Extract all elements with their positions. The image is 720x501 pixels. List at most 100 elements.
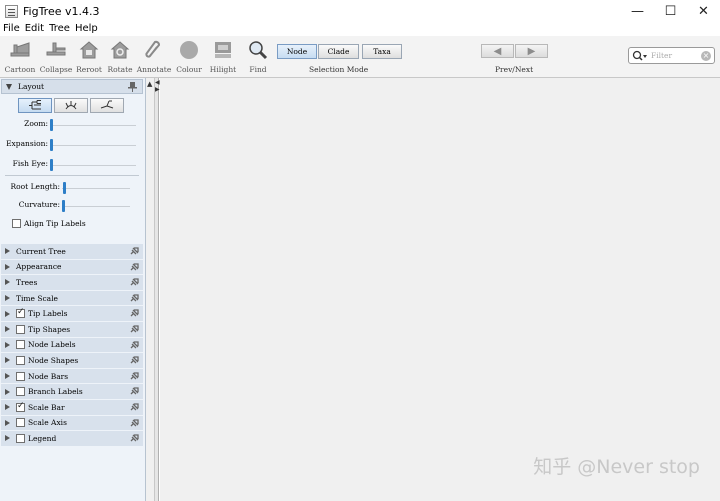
menu-help[interactable]: Help [75, 23, 98, 34]
section-trees[interactable]: Trees [1, 275, 143, 291]
pin-icon[interactable] [129, 325, 139, 334]
selection-node-button[interactable]: Node [277, 44, 317, 59]
divider-expand-right-icon[interactable]: ▶ [155, 86, 160, 93]
node-shapes-checkbox[interactable] [16, 355, 25, 365]
pin-icon[interactable] [129, 340, 139, 350]
minimize-button[interactable]: — [621, 0, 654, 22]
section-label: Appearance [16, 262, 62, 272]
rectangular-layout-button[interactable] [18, 98, 52, 113]
pin-icon[interactable] [129, 294, 139, 303]
panel-scrollbar[interactable]: ▲ [146, 78, 155, 501]
section-tip-labels[interactable]: Tip Labels [1, 306, 143, 322]
pin-icon[interactable] [129, 356, 139, 365]
selection-clade-button[interactable]: Clade [318, 44, 359, 59]
polar-layout-button[interactable] [54, 98, 88, 113]
tree-canvas[interactable]: 知乎 @Never stop [160, 78, 720, 501]
reroot-icon [79, 41, 99, 59]
layout-section-header[interactable]: Layout [1, 79, 143, 94]
pin-icon[interactable] [129, 278, 139, 287]
pin-icon[interactable] [129, 372, 139, 381]
align-tip-labels-label: Align Tip Labels [24, 219, 86, 228]
curvature-slider[interactable] [62, 200, 65, 212]
annotate-button[interactable]: Annotate [134, 36, 174, 78]
find-icon [249, 41, 268, 60]
pin-icon[interactable] [129, 262, 139, 272]
pin-icon[interactable] [128, 82, 137, 92]
curvature-slider-row: Curvature: [0, 199, 146, 213]
collapse-triangle-icon [6, 83, 12, 90]
section-node-bars[interactable]: Node Bars [1, 368, 143, 385]
split-pane-divider[interactable]: ◀ ▶ [155, 78, 160, 501]
pin-icon[interactable] [129, 434, 139, 443]
hilight-button[interactable]: Hilight [203, 36, 243, 78]
section-scale-axis[interactable]: Scale Axis [1, 415, 143, 432]
cartoon-button[interactable]: Cartoon [0, 36, 40, 78]
section-legend[interactable]: Legend [1, 431, 143, 447]
expansion-track[interactable] [50, 145, 136, 146]
section-label: Scale Axis [28, 418, 67, 428]
section-node-shapes[interactable]: Node Shapes [1, 353, 143, 369]
section-label: Current Tree [16, 246, 66, 256]
pin-icon[interactable] [129, 418, 139, 428]
section-tip-shapes[interactable]: Tip Shapes [1, 321, 143, 338]
annotate-icon [145, 40, 160, 58]
align-tip-labels-box[interactable] [12, 219, 21, 228]
menu-file[interactable]: File [3, 23, 20, 34]
clear-filter-icon[interactable]: × [701, 51, 711, 61]
selection-taxa-button[interactable]: Taxa [362, 44, 402, 59]
branch-labels-checkbox[interactable] [16, 387, 25, 397]
divider-collapse-left-icon[interactable]: ◀ [155, 79, 160, 86]
menu-edit[interactable]: Edit [25, 23, 44, 34]
scale-axis-checkbox[interactable] [16, 418, 25, 428]
section-label: Node Labels [28, 340, 76, 350]
next-button[interactable]: ▶ [515, 44, 548, 58]
section-label: Scale Bar [28, 402, 65, 412]
curvature-track[interactable] [62, 206, 130, 207]
pin-icon[interactable] [129, 403, 139, 412]
zoom-slider[interactable] [50, 119, 53, 131]
section-label: Tip Labels [28, 309, 68, 319]
pin-icon[interactable] [129, 247, 139, 256]
align-tip-labels-checkbox[interactable]: Align Tip Labels [12, 219, 86, 228]
watermark-text: 知乎 @Never stop [533, 456, 700, 478]
pin-icon[interactable] [129, 387, 139, 396]
expand-triangle-icon [5, 295, 10, 302]
cartoon-icon [10, 42, 30, 57]
radial-layout-button[interactable] [90, 98, 124, 113]
expand-triangle-icon [5, 279, 10, 286]
root-length-slider[interactable] [63, 182, 66, 194]
legend-checkbox[interactable] [16, 433, 25, 443]
prev-button[interactable]: ◀ [481, 44, 514, 58]
layout-header-label: Layout [18, 82, 45, 91]
menu-tree[interactable]: Tree [49, 23, 70, 34]
pin-icon[interactable] [129, 309, 139, 318]
fisheye-slider[interactable] [50, 159, 53, 171]
section-current-tree[interactable]: Current Tree [1, 244, 143, 260]
expansion-slider-row: Expansion: [0, 138, 146, 152]
scroll-up-icon[interactable]: ▲ [147, 80, 152, 88]
section-scale-bar[interactable]: Scale Bar [1, 399, 143, 416]
scale-bar-checkbox[interactable] [16, 401, 25, 412]
close-button[interactable]: ✕ [687, 0, 720, 22]
tip-shapes-checkbox[interactable] [16, 324, 25, 334]
find-button[interactable]: Find [238, 36, 278, 78]
node-labels-checkbox[interactable] [16, 340, 25, 350]
root-length-slider-row: Root Length: [0, 181, 146, 195]
zoom-track[interactable] [50, 125, 136, 126]
search-icon[interactable] [632, 50, 648, 62]
expansion-slider[interactable] [50, 139, 53, 151]
section-appearance[interactable]: Appearance [1, 259, 143, 276]
section-label: Branch Labels [28, 387, 83, 397]
expand-triangle-icon [5, 341, 10, 348]
maximize-button[interactable]: ☐ [654, 0, 687, 22]
root-length-track[interactable] [62, 188, 130, 189]
section-time-scale[interactable]: Time Scale [1, 290, 143, 307]
tip-labels-checkbox[interactable] [16, 307, 25, 319]
section-label: Legend [28, 433, 57, 443]
section-node-labels[interactable]: Node Labels [1, 337, 143, 354]
section-branch-labels[interactable]: Branch Labels [1, 384, 143, 400]
polar-tree-icon [65, 101, 77, 110]
filter-input[interactable] [651, 49, 703, 62]
fisheye-track[interactable] [50, 165, 136, 166]
node-bars-checkbox[interactable] [16, 371, 25, 381]
